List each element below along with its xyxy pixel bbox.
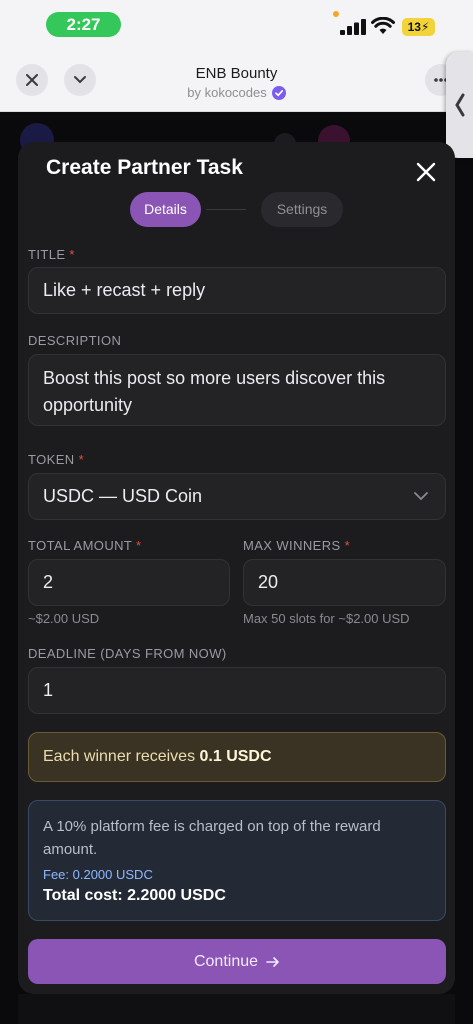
arrow-right-icon: [266, 956, 279, 967]
chevron-left-icon: [454, 93, 464, 117]
deadline-label: DEADLINE (DAYS FROM NOW): [28, 646, 227, 661]
app-author: by kokocodes: [0, 85, 473, 100]
description-label: DESCRIPTION: [28, 333, 121, 348]
winner-reward-prefix: Each winner receives: [43, 748, 200, 765]
deadline-input[interactable]: 1: [28, 667, 446, 714]
required-marker: *: [78, 452, 85, 467]
winner-reward-amount: 0.1 USDC: [199, 748, 272, 765]
background-bottom: [18, 994, 455, 1024]
total-amount-label: TOTAL AMOUNT *: [28, 538, 142, 553]
description-textarea[interactable]: Boost this post so more users discover t…: [28, 354, 446, 426]
title-label-text: TITLE: [28, 247, 66, 262]
battery-level: 13: [407, 20, 421, 34]
title-label: TITLE *: [28, 247, 75, 262]
app-author-text: by kokocodes: [187, 85, 267, 100]
total-amount-label-text: TOTAL AMOUNT: [28, 538, 133, 553]
modal-title: Create Partner Task: [46, 156, 243, 179]
app-title: ENB Bounty: [195, 65, 278, 82]
required-marker: *: [136, 538, 142, 553]
required-marker: *: [344, 538, 351, 553]
total-amount-input[interactable]: 2: [28, 559, 230, 606]
fee-info-box: A 10% platform fee is charged on top of …: [28, 800, 446, 921]
token-select-value: USDC — USD Coin: [43, 486, 203, 506]
mic-indicator-dot: [333, 11, 339, 17]
continue-label: Continue: [193, 952, 259, 970]
max-winners-label-text: MAX WINNERS: [243, 538, 341, 553]
token-label-text: TOKEN: [28, 452, 75, 467]
status-bar: 2:27 13⚡: [0, 0, 473, 52]
step-connector: [206, 209, 246, 210]
deadline-value: 1: [43, 680, 54, 700]
step-settings[interactable]: Settings: [261, 192, 343, 227]
total-amount-hint: ~$2.00 USD: [28, 611, 100, 626]
battery-indicator: 13⚡: [402, 18, 435, 36]
winner-reward-text: Each winner receives 0.1 USDC: [43, 748, 272, 766]
step-details[interactable]: Details: [130, 192, 201, 227]
deadline-label-text: DEADLINE (DAYS FROM NOW): [28, 646, 227, 661]
token-select[interactable]: USDC — USD Coin: [28, 473, 446, 520]
max-winners-input[interactable]: 20: [243, 559, 446, 606]
fee-amount: Fee: 0.2000 USDC: [43, 867, 153, 882]
max-winners-label: MAX WINNERS *: [243, 538, 350, 553]
continue-button[interactable]: Continue: [28, 939, 446, 984]
chevron-down-icon: [414, 492, 428, 501]
side-drawer-handle[interactable]: [446, 52, 473, 158]
status-time: 2:27: [46, 12, 121, 37]
verified-icon: [271, 85, 286, 100]
fee-note: A 10% platform fee is charged on top of …: [43, 818, 381, 858]
description-label-text: DESCRIPTION: [28, 333, 122, 348]
wifi-icon: [371, 17, 395, 34]
token-label: TOKEN *: [28, 452, 84, 467]
max-winners-hint: Max 50 slots for ~$2.00 USD: [243, 611, 410, 626]
total-amount-value: 2: [43, 572, 54, 592]
title-input[interactable]: Like + recast + reply: [28, 267, 446, 314]
description-value: Boost this post so more users discover t…: [43, 368, 386, 415]
max-winners-value: 20: [258, 572, 279, 592]
signal-icon: [340, 19, 366, 35]
title-input-value: Like + recast + reply: [43, 280, 206, 300]
required-marker: *: [69, 247, 75, 262]
winner-reward-info: Each winner receives 0.1 USDC: [28, 732, 446, 782]
close-icon[interactable]: [414, 160, 438, 184]
total-cost: Total cost: 2.2000 USDC: [43, 887, 226, 904]
create-partner-task-modal: Create Partner Task Details Settings TIT…: [18, 142, 455, 994]
app-header: ENB Bounty by kokocodes: [0, 52, 473, 112]
